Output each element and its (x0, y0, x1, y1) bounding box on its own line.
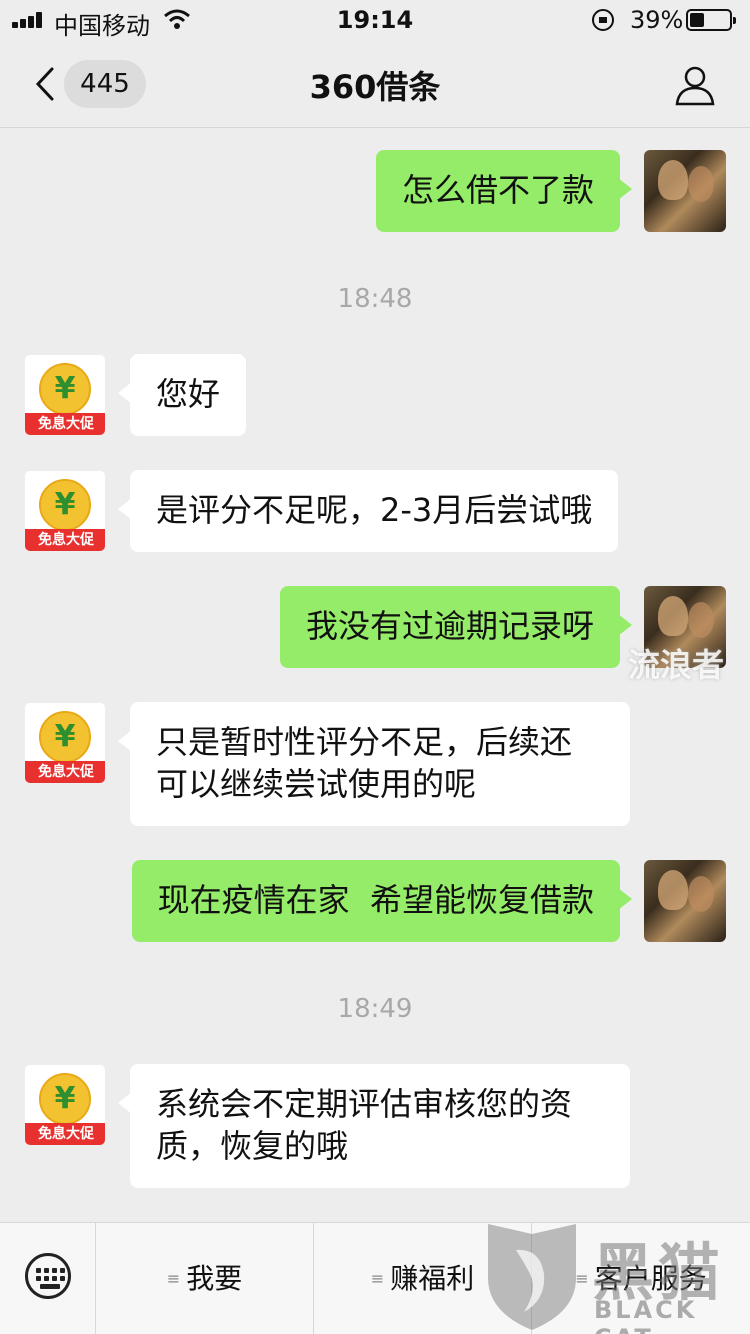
message-text-line: 系统会不定期评估审核您的资 (156, 1085, 573, 1123)
bot-avatar[interactable]: ¥ 免息大促 (24, 1064, 106, 1146)
menu-lines-icon: ≡ (166, 1269, 181, 1288)
battery-percentage: 39% (630, 6, 684, 34)
message-timestamp: 18:48 (337, 284, 413, 314)
menu-lines-icon: ≡ (575, 1269, 589, 1288)
yen-coin-icon: ¥ (39, 1073, 91, 1125)
incoming-message-bubble[interactable]: 系统会不定期评估审核您的资 质，恢复的哦 (118, 1064, 630, 1188)
message-text-line: 质，恢复的哦 (156, 1127, 349, 1165)
message-text: 我没有过逾期记录呀 (305, 607, 594, 645)
message-text: 您好 (156, 375, 221, 413)
menu-item-customer-service[interactable]: ≡ 客户服务 (532, 1223, 750, 1334)
chat-header: 445 360借条 (0, 40, 750, 128)
keyboard-icon (25, 1253, 71, 1299)
message-text: 怎么借不了款 (401, 171, 594, 209)
avatar-promo-label: 免息大促 (25, 1123, 105, 1145)
menu-lines-icon: ≡ (370, 1269, 385, 1288)
service-menu-bar: ≡ 我要 ≡ 赚福利 ≡ 客户服务 (0, 1222, 750, 1334)
outgoing-message-bubble[interactable]: 我没有过逾期记录呀 (279, 586, 633, 668)
message-text: 是评分不足呢，2-3月后尝试哦 (156, 491, 593, 529)
incoming-message-bubble[interactable]: 只是暂时性评分不足，后续还 可以继续尝试使用的呢 (118, 702, 630, 826)
yen-coin-icon: ¥ (39, 363, 91, 415)
bot-avatar[interactable]: ¥ 免息大促 (24, 702, 106, 784)
message-text-line: 可以继续尝试使用的呢 (156, 765, 477, 803)
avatar-promo-label: 免息大促 (25, 529, 105, 551)
yen-coin-icon: ¥ (39, 479, 91, 531)
avatar-promo-label: 免息大促 (25, 413, 105, 435)
bot-avatar[interactable]: ¥ 免息大促 (24, 470, 106, 552)
incoming-message-bubble[interactable]: 您好 (117, 354, 247, 436)
menu-item-want[interactable]: ≡ 我要 (96, 1223, 314, 1334)
incoming-message-bubble[interactable]: 是评分不足呢，2-3月后尝试哦 (117, 470, 619, 552)
menu-item-label: 我要 (186, 1262, 243, 1295)
avatar-watermark: 流浪者 (628, 646, 725, 684)
user-avatar[interactable] (644, 150, 726, 232)
message-timestamp: 18:49 (337, 994, 413, 1024)
rotation-lock-icon (592, 9, 614, 31)
yen-coin-icon: ¥ (39, 711, 91, 763)
user-avatar[interactable] (644, 860, 726, 942)
battery-icon (686, 9, 736, 31)
status-bar: 中国移动 19:14 39% (0, 0, 750, 40)
outgoing-message-bubble[interactable]: 现在疫情在家 希望能恢复借款 (131, 860, 633, 942)
chat-title: 360借条 (309, 68, 441, 106)
message-text-line: 只是暂时性评分不足，后续还 (156, 723, 573, 761)
message-text: 现在疫情在家 希望能恢复借款 (157, 881, 594, 919)
menu-item-label: 赚福利 (390, 1262, 475, 1295)
menu-item-earn-benefits[interactable]: ≡ 赚福利 (314, 1223, 532, 1334)
outgoing-message-bubble[interactable]: 怎么借不了款 (375, 150, 633, 232)
keyboard-toggle-button[interactable] (0, 1223, 96, 1334)
avatar-promo-label: 免息大促 (25, 761, 105, 783)
menu-item-label: 客户服务 (594, 1262, 707, 1295)
profile-icon[interactable] (674, 64, 716, 106)
bot-avatar[interactable]: ¥ 免息大促 (24, 354, 106, 436)
